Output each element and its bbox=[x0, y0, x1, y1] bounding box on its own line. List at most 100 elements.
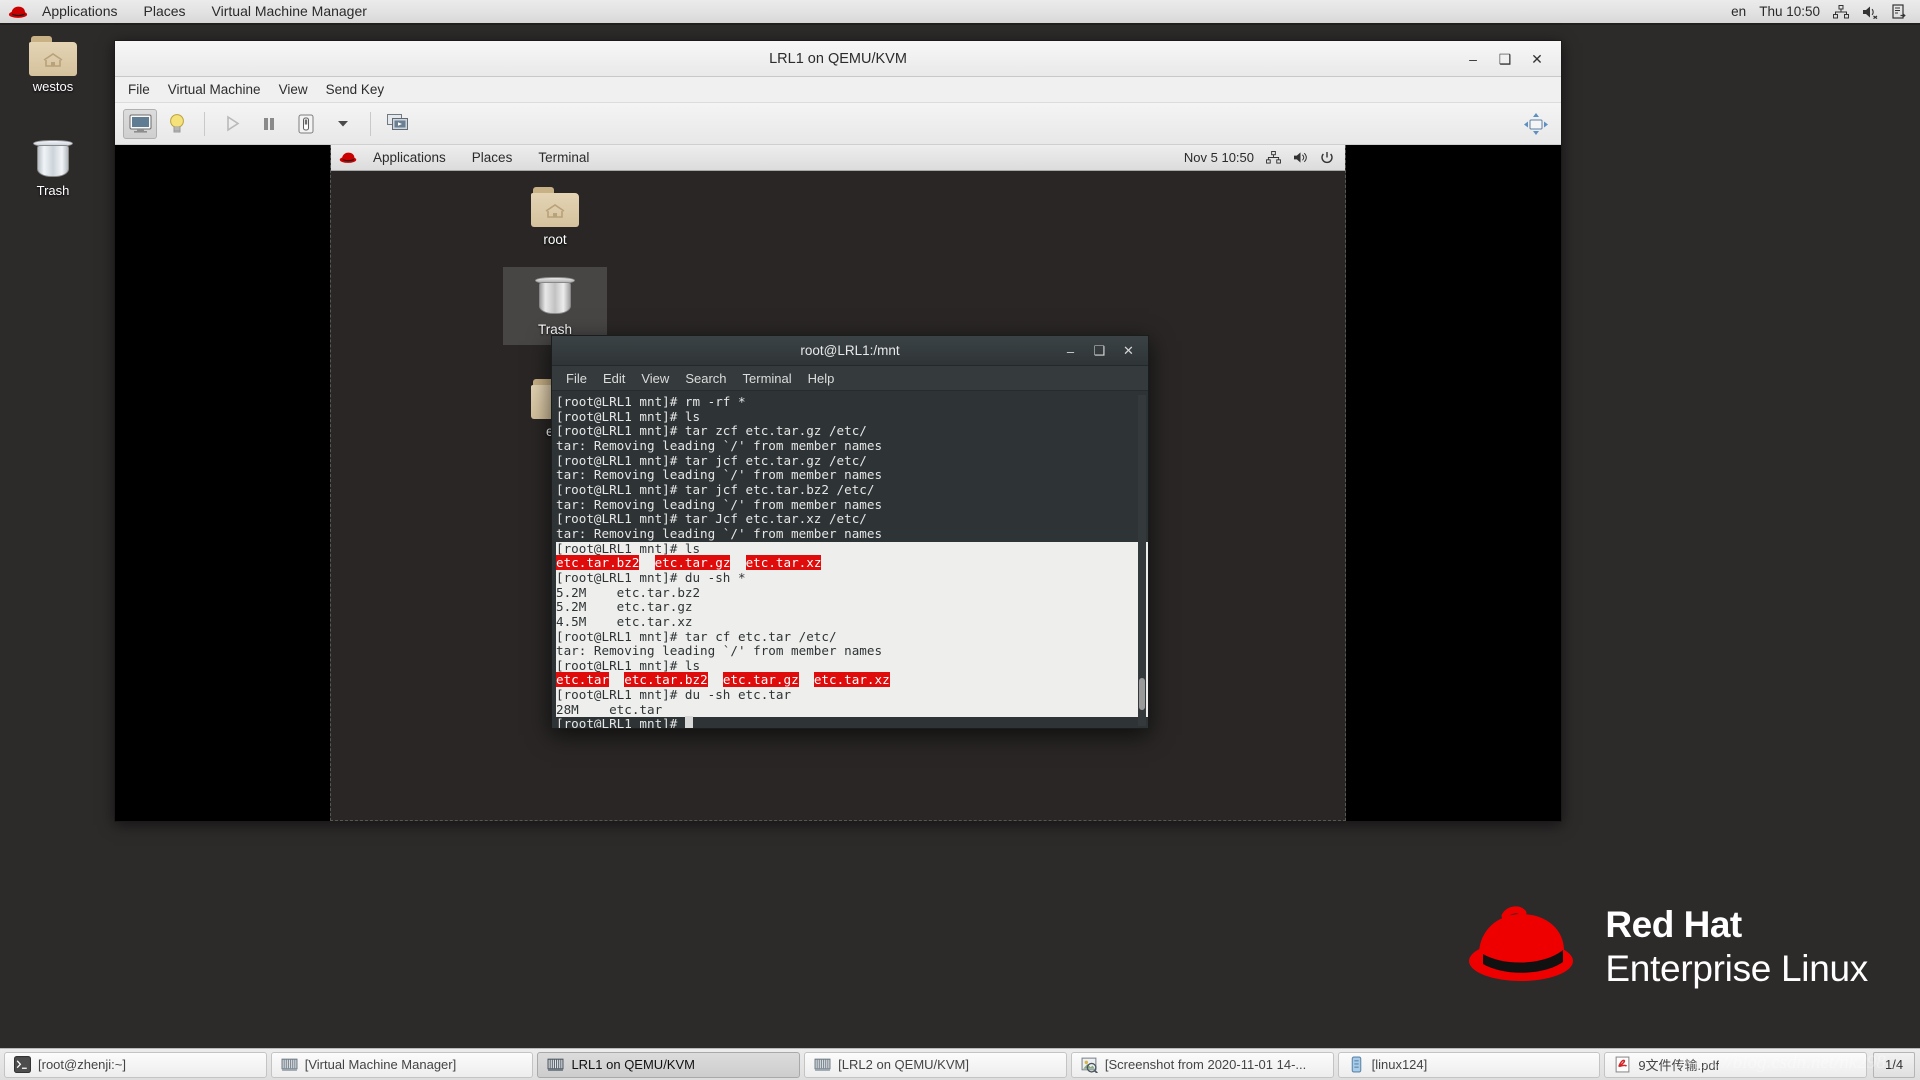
vm-titlebar[interactable]: LRL1 on QEMU/KVM – ❑ ✕ bbox=[115, 41, 1561, 77]
taskbar-item-pdf[interactable]: 9文件传输.pdf bbox=[1604, 1052, 1867, 1078]
power-icon[interactable] bbox=[1320, 151, 1334, 165]
monitor-icon bbox=[129, 114, 152, 133]
taskbar-item-label: [Virtual Machine Manager] bbox=[305, 1057, 457, 1072]
pause-icon bbox=[261, 116, 277, 132]
taskbar-item-lrl1[interactable]: LRL1 on QEMU/KVM bbox=[537, 1052, 800, 1078]
virt-manager-icon bbox=[814, 1056, 831, 1073]
branding-line-1: Red Hat bbox=[1605, 906, 1868, 943]
volume-icon[interactable] bbox=[1293, 151, 1308, 164]
terminal-menu-edit[interactable]: Edit bbox=[595, 367, 633, 390]
keyboard-layout-indicator[interactable]: en bbox=[1731, 4, 1746, 19]
home-glyph-icon bbox=[544, 203, 566, 219]
resize-display-icon bbox=[1523, 112, 1549, 136]
close-button[interactable]: ✕ bbox=[1121, 344, 1136, 359]
scrollbar-thumb[interactable] bbox=[1139, 678, 1145, 710]
taskbar-item-label: 9文件传输.pdf bbox=[1638, 1055, 1719, 1074]
guest-menu-places[interactable]: Places bbox=[459, 146, 526, 169]
guest-desktop-icon-root[interactable]: root bbox=[503, 179, 607, 255]
vm-menu-file[interactable]: File bbox=[119, 78, 159, 102]
taskbar-item-screenshot[interactable]: [Screenshot from 2020-11-01 14-... bbox=[1071, 1052, 1334, 1078]
show-console-button[interactable] bbox=[123, 109, 157, 139]
taskbar-item-label: [linux124] bbox=[1372, 1057, 1428, 1072]
shutdown-button[interactable] bbox=[289, 109, 323, 139]
taskbar-item-label: [Screenshot from 2020-11-01 14-... bbox=[1105, 1057, 1306, 1072]
redhat-fedora-icon bbox=[8, 5, 28, 19]
host-clock[interactable]: Thu 10:50 bbox=[1759, 4, 1820, 19]
maximize-button[interactable]: ❑ bbox=[1092, 344, 1107, 359]
pause-button[interactable] bbox=[252, 109, 286, 139]
guest-console-area[interactable]: Applications Places Terminal Nov 5 10:50 bbox=[115, 145, 1561, 821]
trash-empty-icon bbox=[533, 275, 577, 317]
vm-menu-virtual-machine[interactable]: Virtual Machine bbox=[159, 78, 270, 102]
trash-full-icon bbox=[31, 138, 75, 180]
taskbar-item-virt-manager[interactable]: [Virtual Machine Manager] bbox=[271, 1052, 534, 1078]
redhat-fedora-icon bbox=[339, 151, 359, 165]
guest-menu-applications[interactable]: Applications bbox=[360, 146, 459, 169]
chevron-down-icon bbox=[337, 119, 349, 128]
desktop-icon-label: westos bbox=[14, 79, 92, 94]
guest-panel-tray: Nov 5 10:50 bbox=[1184, 150, 1345, 165]
resize-display-button[interactable] bbox=[1519, 109, 1553, 139]
vm-menu-view[interactable]: View bbox=[270, 78, 317, 102]
terminal-menu-search[interactable]: Search bbox=[677, 367, 734, 390]
terminal-window-title: root@LRL1:/mnt bbox=[800, 343, 899, 358]
pdf-icon bbox=[1614, 1056, 1631, 1073]
guest-menu-terminal[interactable]: Terminal bbox=[525, 146, 602, 169]
virt-manager-window: LRL1 on QEMU/KVM – ❑ ✕ File Virtual Mach… bbox=[114, 40, 1562, 822]
snapshots-button[interactable] bbox=[381, 109, 415, 139]
terminal-menu-terminal[interactable]: Terminal bbox=[735, 367, 800, 390]
taskbar-item-label: [root@zhenji:~] bbox=[38, 1057, 126, 1072]
minimize-button[interactable]: – bbox=[1063, 344, 1078, 359]
display-settings-icon[interactable] bbox=[1892, 4, 1906, 19]
terminal-menu-help[interactable]: Help bbox=[800, 367, 843, 390]
virt-manager-icon bbox=[547, 1056, 564, 1073]
home-folder-icon bbox=[29, 36, 77, 76]
desktop-icon-trash[interactable]: Trash bbox=[14, 138, 92, 198]
terminal-titlebar[interactable]: root@LRL1:/mnt – ❑ ✕ bbox=[552, 336, 1148, 366]
network-icon[interactable] bbox=[1266, 151, 1281, 164]
vm-menu-send-key[interactable]: Send Key bbox=[317, 78, 394, 102]
terminal-window-controls: – ❑ ✕ bbox=[1063, 336, 1142, 366]
network-icon[interactable] bbox=[1833, 5, 1849, 19]
vm-menubar: File Virtual Machine View Send Key bbox=[115, 77, 1561, 103]
workspace-indicator[interactable]: 1/4 bbox=[1873, 1052, 1915, 1078]
terminal-scrollbar[interactable] bbox=[1138, 395, 1146, 726]
taskbar-item-linux124[interactable]: [linux124] bbox=[1338, 1052, 1601, 1078]
terminal-body[interactable]: [root@LRL1 mnt]# rm -rf * [root@LRL1 mnt… bbox=[552, 391, 1148, 728]
terminal-menu-file[interactable]: File bbox=[558, 367, 595, 390]
vm-window-controls: – ❑ ✕ bbox=[1465, 41, 1553, 77]
terminal-menubar: File Edit View Search Terminal Help bbox=[552, 366, 1148, 391]
minimize-button[interactable]: – bbox=[1465, 51, 1481, 67]
terminal-output: [root@LRL1 mnt]# rm -rf * [root@LRL1 mnt… bbox=[556, 395, 1148, 728]
shutdown-options-button[interactable] bbox=[326, 109, 360, 139]
host-top-panel: Applications Places Virtual Machine Mana… bbox=[0, 0, 1920, 25]
virt-manager-icon bbox=[281, 1056, 298, 1073]
host-menu-applications[interactable]: Applications bbox=[29, 0, 131, 23]
power-switch-icon bbox=[297, 114, 315, 134]
run-button[interactable] bbox=[215, 109, 249, 139]
redhat-fedora-logo bbox=[1463, 904, 1583, 988]
taskbar-item-label: LRL1 on QEMU/KVM bbox=[571, 1057, 695, 1072]
guest-clock[interactable]: Nov 5 10:50 bbox=[1184, 150, 1254, 165]
guest-screen: Applications Places Terminal Nov 5 10:50 bbox=[330, 145, 1346, 821]
maximize-button[interactable]: ❑ bbox=[1497, 51, 1513, 67]
guest-desktop: root Trash etc bbox=[331, 171, 1345, 820]
image-viewer-icon bbox=[1081, 1056, 1098, 1073]
lightbulb-icon bbox=[168, 113, 186, 135]
taskbar-item-lrl2[interactable]: [LRL2 on QEMU/KVM] bbox=[804, 1052, 1067, 1078]
guest-icon-label: root bbox=[503, 232, 607, 247]
home-glyph-icon bbox=[42, 52, 64, 68]
guest-desktop-icon-trash[interactable]: Trash bbox=[503, 267, 607, 345]
show-details-button[interactable] bbox=[160, 109, 194, 139]
host-menu-virtual-machine-manager[interactable]: Virtual Machine Manager bbox=[199, 0, 380, 23]
taskbar-item-terminal[interactable]: [root@zhenji:~] bbox=[4, 1052, 267, 1078]
host-desktop: Applications Places Virtual Machine Mana… bbox=[0, 0, 1920, 1080]
terminal-menu-view[interactable]: View bbox=[633, 367, 677, 390]
volume-muted-icon[interactable] bbox=[1862, 5, 1879, 19]
terminal-icon bbox=[14, 1056, 31, 1073]
desktop-icon-westos[interactable]: westos bbox=[14, 36, 92, 94]
host-menu-places[interactable]: Places bbox=[131, 0, 199, 23]
close-button[interactable]: ✕ bbox=[1529, 51, 1545, 67]
play-icon bbox=[224, 115, 241, 132]
branding-line-2: Enterprise Linux bbox=[1605, 950, 1868, 987]
